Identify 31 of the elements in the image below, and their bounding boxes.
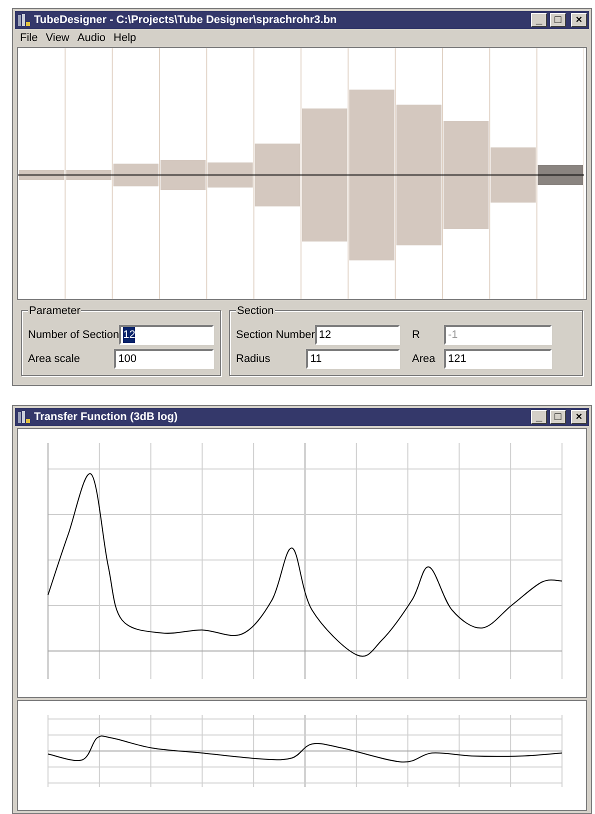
field-label: Area scale <box>28 352 81 367</box>
maximize-button[interactable]: □ <box>550 13 566 27</box>
close-button[interactable]: × <box>571 13 587 27</box>
field-label: Section Number <box>236 328 315 343</box>
text-field[interactable]: 12 <box>314 325 400 345</box>
tube-section[interactable] <box>66 170 112 180</box>
text-field[interactable]: 11 <box>306 349 400 369</box>
maximize-button[interactable]: □ <box>550 410 566 424</box>
tube-section[interactable] <box>113 164 158 186</box>
field-label: Radius <box>236 352 272 367</box>
menu-item[interactable]: View <box>42 30 72 46</box>
app-icon <box>17 410 31 424</box>
app-icon <box>17 13 31 27</box>
minimize-button[interactable]: _ <box>531 410 547 424</box>
text-field[interactable]: 12 <box>119 325 214 345</box>
tube-section[interactable] <box>160 160 206 190</box>
text-field[interactable]: 100 <box>114 349 214 369</box>
close-button[interactable]: × <box>571 410 587 424</box>
window-title: TubeDesigner - C:\Projects\Tube Designer\sprachrohr3.bn <box>34 12 338 28</box>
minimize-button[interactable]: _ <box>531 13 547 27</box>
text-field[interactable]: 121 <box>444 349 552 369</box>
window-title: Transfer Function (3dB log) <box>34 410 179 425</box>
menu-item[interactable]: File <box>17 30 41 46</box>
field-label: R <box>412 328 421 343</box>
tube-section[interactable] <box>208 162 253 188</box>
menu-item[interactable]: Audio <box>74 30 109 46</box>
field-label: Number of Section <box>28 328 120 343</box>
tube-section[interactable] <box>538 164 583 186</box>
field-label: Area <box>412 352 436 367</box>
tube-section[interactable] <box>19 170 64 180</box>
menu-item[interactable]: Help <box>110 30 140 46</box>
